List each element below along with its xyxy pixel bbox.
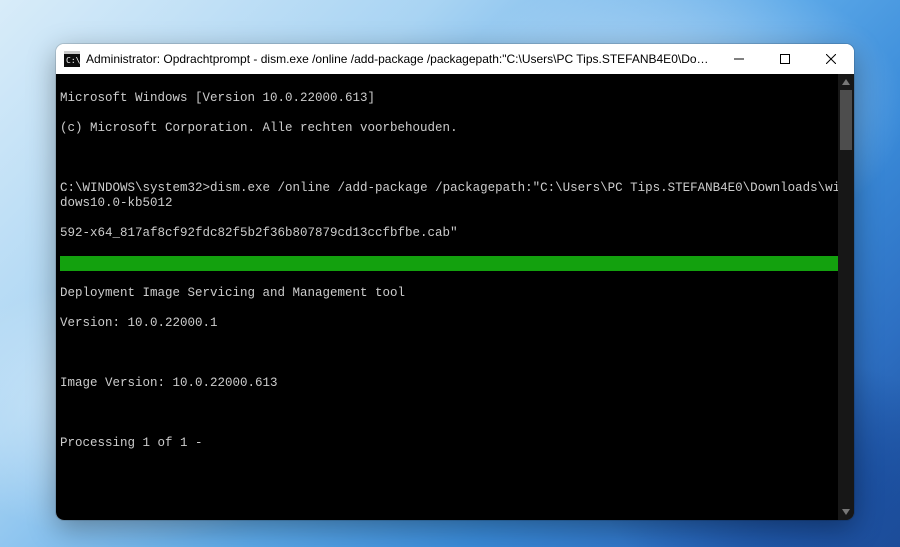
- window-controls: [716, 44, 854, 74]
- scroll-down-button[interactable]: [838, 504, 854, 520]
- close-icon: [826, 54, 836, 64]
- scrollbar[interactable]: [838, 74, 854, 520]
- output-line: Processing 1 of 1 -: [60, 436, 850, 451]
- output-line: [60, 406, 850, 421]
- chevron-down-icon: [842, 509, 850, 515]
- output-line: [60, 346, 850, 361]
- output-line: Version: 10.0.22000.1: [60, 316, 850, 331]
- output-line: (c) Microsoft Corporation. Alle rechten …: [60, 121, 850, 136]
- command-line-wrap: 592-x64_817af8cf92fdc82f5b2f36b807879cd1…: [60, 226, 850, 241]
- scroll-up-button[interactable]: [838, 74, 854, 90]
- prompt: C:\WINDOWS\system32>: [60, 181, 210, 195]
- terminal-output: Microsoft Windows [Version 10.0.22000.61…: [56, 74, 854, 520]
- svg-text:C:\: C:\: [66, 56, 80, 65]
- minimize-icon: [734, 54, 744, 64]
- progress-bar: [60, 256, 850, 271]
- command-line: C:\WINDOWS\system32>dism.exe /online /ad…: [60, 181, 850, 211]
- window-title: Administrator: Opdrachtprompt - dism.exe…: [86, 52, 716, 66]
- close-button[interactable]: [808, 44, 854, 74]
- minimize-button[interactable]: [716, 44, 762, 74]
- output-line: [60, 151, 850, 166]
- titlebar[interactable]: C:\ Administrator: Opdrachtprompt - dism…: [56, 44, 854, 74]
- cmd-icon: C:\: [64, 51, 80, 67]
- output-line: Microsoft Windows [Version 10.0.22000.61…: [60, 91, 850, 106]
- chevron-up-icon: [842, 79, 850, 85]
- command-prompt-window: C:\ Administrator: Opdrachtprompt - dism…: [56, 44, 854, 520]
- scrollbar-thumb[interactable]: [840, 90, 852, 150]
- maximize-icon: [780, 54, 790, 64]
- output-line: Image Version: 10.0.22000.613: [60, 376, 850, 391]
- maximize-button[interactable]: [762, 44, 808, 74]
- output-line: Deployment Image Servicing and Managemen…: [60, 286, 850, 301]
- terminal-area[interactable]: Microsoft Windows [Version 10.0.22000.61…: [56, 74, 854, 520]
